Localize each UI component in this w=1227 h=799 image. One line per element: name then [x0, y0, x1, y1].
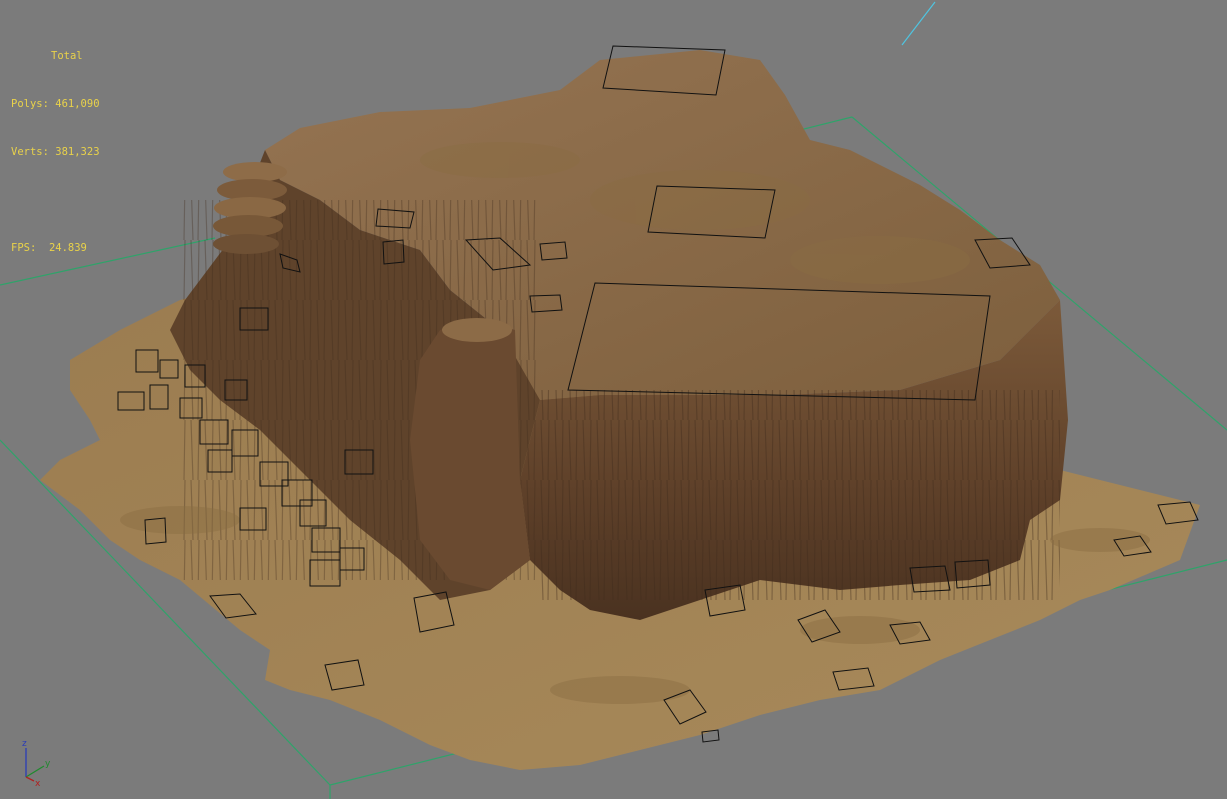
axis-y-label: y [45, 759, 51, 769]
axis-x-label: x [35, 779, 41, 789]
stats-spacer [11, 192, 100, 208]
polys-label: Polys: [11, 98, 49, 110]
verts-label: Verts: [11, 146, 49, 158]
axis-gizmo-icon: z y x [22, 739, 51, 789]
fps-value: 24.839 [48, 242, 87, 254]
polys-value: 461,090 [55, 98, 100, 110]
axis-z-label: z [22, 739, 27, 749]
cyan-helper-line [901, 1, 936, 46]
fps-label: FPS: [11, 242, 37, 254]
stats-fps: FPS: 24.839 [11, 240, 100, 256]
stats-polys: Polys: 461,090 [11, 96, 100, 112]
verts-value: 381,323 [55, 146, 100, 158]
stats-verts: Verts: 381,323 [11, 144, 100, 160]
scene-render[interactable]: z y x [0, 0, 1227, 799]
viewport-statistics: Total Polys: 461,090 Verts: 381,323 FPS:… [11, 16, 100, 288]
perspective-viewport[interactable]: z y x Total Polys: 461,090 Verts: 381,32… [0, 0, 1227, 799]
rock-pillar-top [442, 318, 512, 342]
rock-tower [213, 162, 287, 254]
stats-header: Total [51, 50, 83, 62]
cliff-strata [540, 390, 1060, 600]
rock-pillar [410, 320, 530, 590]
